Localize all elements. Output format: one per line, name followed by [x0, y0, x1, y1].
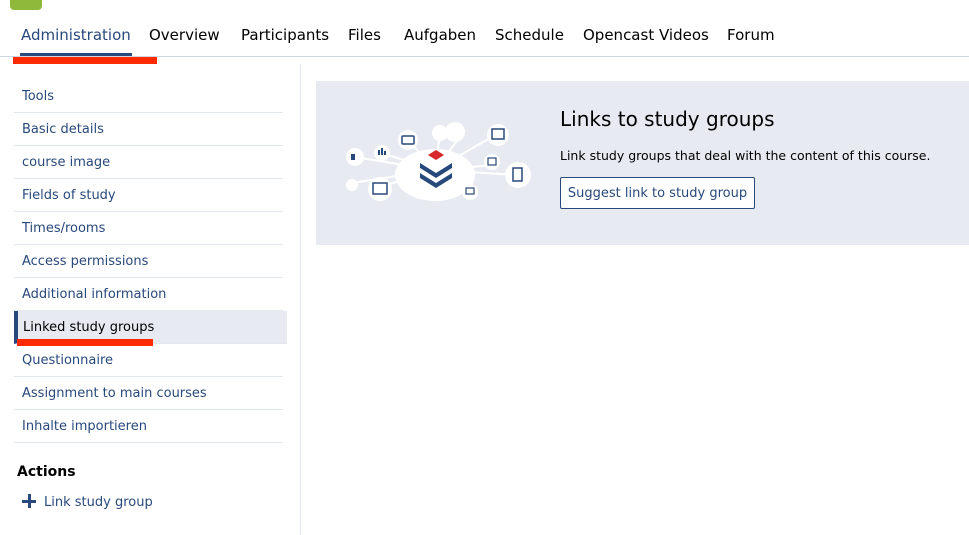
sidebar-item-course-image[interactable]: course image	[14, 146, 283, 179]
tab-schedule[interactable]: Schedule	[495, 26, 564, 44]
sidebar-item-label: Tools	[22, 89, 55, 104]
highlight-underline-tab	[13, 57, 157, 64]
tab-overview[interactable]: Overview	[149, 26, 220, 44]
sidebar-item-label: Additional information	[22, 287, 167, 302]
sidebar-item-label: Linked study groups	[23, 320, 155, 335]
tab-administration[interactable]: Administration	[20, 26, 132, 56]
panel-description: Link study groups that deal with the con…	[560, 148, 931, 163]
tab-participants[interactable]: Participants	[241, 26, 329, 44]
panel-title: Links to study groups	[560, 107, 775, 131]
sidebar-item-questionnaire[interactable]: Questionnaire	[14, 344, 283, 377]
sidebar-item-label: Assignment to main courses	[22, 386, 207, 401]
course-tabs: Administration Overview Participants Fil…	[0, 18, 969, 57]
highlight-underline-sidebar	[17, 339, 153, 346]
sidebar-item-assignment-main-courses[interactable]: Assignment to main courses	[14, 377, 283, 410]
sidebar-item-additional-information[interactable]: Additional information	[14, 278, 283, 311]
tab-files[interactable]: Files	[348, 26, 381, 44]
plus-icon	[22, 494, 36, 508]
sidebar-item-label: Access permissions	[22, 254, 149, 269]
suggest-link-button[interactable]: Suggest link to study group	[560, 177, 755, 209]
sidebar-item-label: course image	[22, 155, 111, 170]
study-groups-illustration-icon	[346, 122, 531, 201]
tab-aufgaben[interactable]: Aufgaben	[404, 26, 476, 44]
link-study-group-action[interactable]: Link study group	[22, 494, 153, 510]
action-label: Link study group	[44, 495, 153, 510]
sidebar-item-inhalte-importieren[interactable]: Inhalte importieren	[14, 410, 283, 443]
sidebar-item-fields-of-study[interactable]: Fields of study	[14, 179, 283, 212]
top-header	[0, 0, 969, 12]
sidebar-item-label: Fields of study	[22, 188, 116, 203]
sidebar-item-access-permissions[interactable]: Access permissions	[14, 245, 283, 278]
sidebar-item-label: Questionnaire	[22, 353, 114, 368]
tab-opencast-videos[interactable]: Opencast Videos	[583, 26, 709, 44]
tab-forum[interactable]: Forum	[727, 26, 775, 44]
sidebar-item-label: Inhalte importieren	[22, 419, 147, 434]
sidebar-item-label: Basic details	[22, 122, 104, 137]
sidebar-item-label: Times/rooms	[22, 221, 106, 236]
sidebar-item-times-rooms[interactable]: Times/rooms	[14, 212, 283, 245]
sidebar-item-basic-details[interactable]: Basic details	[14, 113, 283, 146]
sidebar-item-tools[interactable]: Tools	[14, 80, 283, 113]
actions-heading: Actions	[17, 464, 76, 480]
logo	[10, 0, 42, 10]
